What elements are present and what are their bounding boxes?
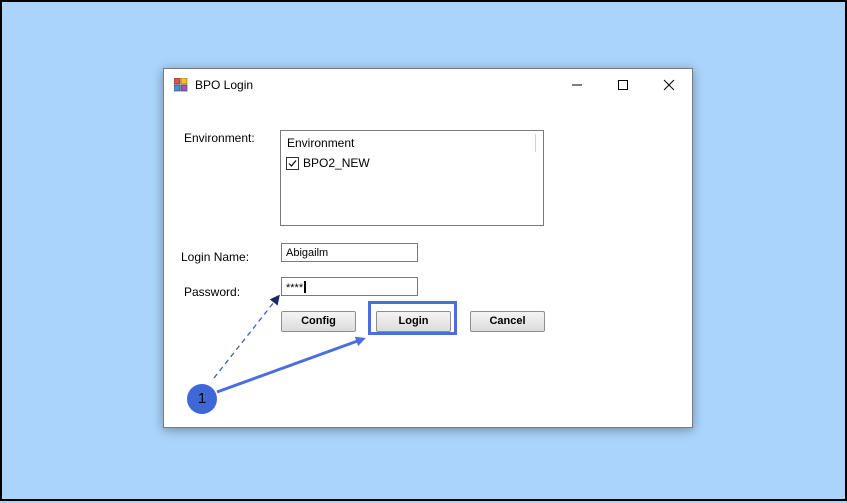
checkmark-icon (288, 160, 297, 167)
close-button[interactable] (646, 69, 692, 101)
app-icon (174, 78, 188, 92)
login-name-input[interactable]: Abigailm (281, 243, 418, 262)
password-value: **** (286, 282, 304, 294)
environment-list[interactable]: Environment BPO2_NEW (280, 130, 544, 226)
login-button-highlight (368, 301, 457, 335)
environment-item-label: BPO2_NEW (303, 156, 370, 170)
minimize-button[interactable] (554, 69, 600, 101)
maximize-button[interactable] (600, 69, 646, 101)
title-bar: BPO Login (164, 69, 692, 101)
password-input[interactable]: **** (281, 277, 418, 296)
login-name-label: Login Name: (181, 250, 250, 264)
login-dialog: BPO Login Environment: Environment BPO2_… (163, 68, 693, 428)
environment-list-header: Environment (287, 136, 355, 150)
maximize-icon (618, 80, 628, 90)
text-caret (304, 281, 307, 293)
config-button[interactable]: Config (281, 311, 356, 332)
environment-checkbox[interactable] (286, 157, 299, 170)
minimize-icon (572, 84, 582, 86)
close-icon (663, 79, 675, 91)
environment-label: Environment: (184, 131, 255, 145)
step-badge: 1 (187, 384, 217, 414)
column-separator (535, 134, 536, 152)
window-title: BPO Login (195, 78, 254, 92)
login-name-value: Abigailm (286, 247, 329, 259)
cancel-button[interactable]: Cancel (470, 311, 545, 332)
password-label: Password: (184, 285, 241, 299)
